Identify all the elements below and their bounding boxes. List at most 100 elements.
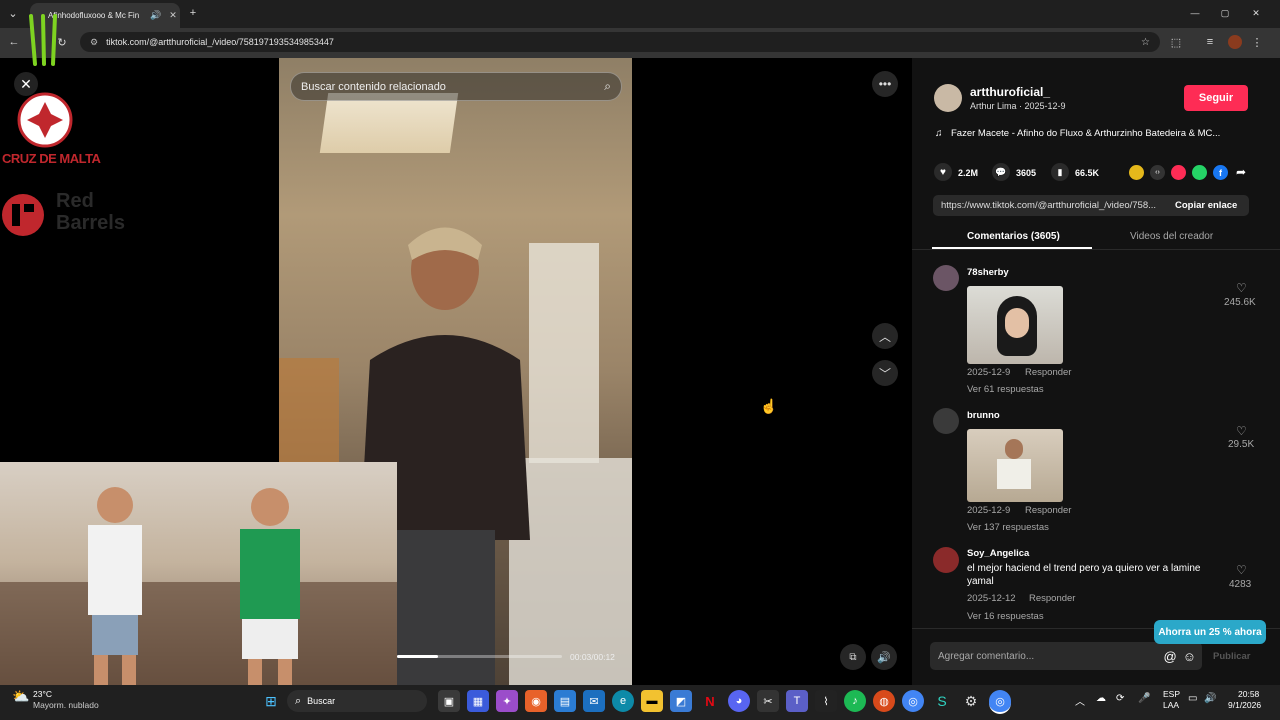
comment-image[interactable] xyxy=(967,429,1063,502)
back-icon[interactable]: ← xyxy=(6,34,22,50)
app-icon-blue[interactable]: ✉ xyxy=(583,690,605,712)
embed-icon[interactable]: ‹› xyxy=(1150,165,1165,180)
window-close-button[interactable]: ✕ xyxy=(1249,6,1263,20)
bookmark-star-icon[interactable]: ☆ xyxy=(1141,37,1150,48)
tab-comments[interactable]: Comentarios (3605) xyxy=(967,231,1060,242)
comment-icon[interactable]: 💬 xyxy=(992,163,1010,181)
reply-button[interactable]: Responder xyxy=(1025,505,1071,516)
tab-creator-videos[interactable]: Videos del creador xyxy=(1130,231,1213,242)
site-info-icon[interactable]: ⚙ xyxy=(90,37,98,48)
netflix-icon[interactable]: N xyxy=(699,690,721,712)
spotify-icon[interactable]: ♪ xyxy=(844,690,866,712)
comment-image[interactable] xyxy=(967,286,1063,364)
settings-icon[interactable]: ⚙ xyxy=(960,690,982,712)
facebook-icon[interactable]: f xyxy=(1213,165,1228,180)
tray-expand-icon[interactable]: ︿ xyxy=(1075,693,1085,708)
windows-start-icon[interactable]: ⊞ xyxy=(260,690,282,712)
view-replies[interactable]: Ver 61 respuestas xyxy=(967,384,1044,395)
avatar[interactable] xyxy=(933,547,959,573)
file-explorer-icon[interactable]: ▬ xyxy=(641,690,663,712)
teams-icon[interactable]: T xyxy=(786,690,808,712)
network-icon[interactable]: ▭ xyxy=(1188,693,1197,704)
reply-button[interactable]: Responder xyxy=(1029,593,1075,604)
capcut-icon[interactable]: ✂ xyxy=(757,690,779,712)
view-replies[interactable]: Ver 137 respuestas xyxy=(967,522,1049,533)
weather-icon[interactable]: ⛅ xyxy=(12,688,29,705)
comment-text: el mejor haciend el trend pero ya quiero… xyxy=(967,563,1201,587)
heart-icon[interactable]: ♡ xyxy=(1236,563,1247,577)
view-replies[interactable]: Ver 16 respuestas xyxy=(967,611,1044,622)
publish-button[interactable]: Publicar xyxy=(1213,651,1251,662)
whatsapp-icon[interactable] xyxy=(1192,165,1207,180)
mention-icon[interactable]: @ xyxy=(1164,649,1177,664)
share-icon[interactable]: ➦ xyxy=(1236,165,1246,179)
bookmark-icon[interactable]: ▮ xyxy=(1051,163,1069,181)
close-tab-icon[interactable]: ✕ xyxy=(169,10,177,21)
app-icon-red[interactable]: ◍ xyxy=(873,690,895,712)
discord-icon[interactable]: ◕ xyxy=(728,690,750,712)
follow-button[interactable]: Seguir xyxy=(1184,85,1248,111)
volume-tray-icon[interactable]: 🔊 xyxy=(1204,693,1216,704)
menu-icon[interactable]: ⋮ xyxy=(1250,34,1264,50)
clock-time[interactable]: 20:58 xyxy=(1238,689,1259,699)
coin-icon[interactable] xyxy=(1129,165,1144,180)
tab-search-icon[interactable]: ⌄ xyxy=(6,6,20,20)
new-tab-button[interactable]: + xyxy=(186,6,200,20)
widgets-icon[interactable]: ▦ xyxy=(467,690,489,712)
app-icon-orange[interactable]: ◉ xyxy=(525,690,547,712)
app-icon-photos[interactable]: ◩ xyxy=(670,690,692,712)
chrome-active-icon[interactable]: ◎ xyxy=(989,690,1011,714)
task-view-icon[interactable]: ▣ xyxy=(438,690,460,712)
pip-button[interactable]: ⧉ xyxy=(840,644,866,670)
search-related-input[interactable]: Buscar contenido relacionado ⌕ xyxy=(290,72,622,101)
emoji-icon[interactable]: ☺ xyxy=(1183,649,1196,664)
maximize-button[interactable]: ▢ xyxy=(1218,6,1232,20)
app-icon-teal[interactable]: S xyxy=(931,690,953,712)
creator-avatar[interactable] xyxy=(934,84,962,112)
like-icon[interactable]: ♥ xyxy=(934,163,952,181)
likes-count: 2.2M xyxy=(958,168,979,178)
comment-username[interactable]: Soy_Angelica xyxy=(967,548,1029,559)
taskbar-search[interactable]: ⌕ Buscar xyxy=(287,690,427,712)
clock-date[interactable]: 9/1/2026 xyxy=(1228,700,1261,710)
copilot-icon[interactable]: ✦ xyxy=(496,690,518,712)
mic-icon[interactable]: 🎤 xyxy=(1138,693,1150,704)
address-bar[interactable]: ⚙ tiktok.com/@artthuroficial_/video/7581… xyxy=(80,32,1160,52)
comment-input[interactable]: Agregar comentario... @ ☺ xyxy=(930,642,1202,670)
comment-username[interactable]: brunno xyxy=(967,410,1000,421)
heart-icon[interactable]: ♡ xyxy=(1236,424,1247,438)
chrome-icon[interactable]: ◎ xyxy=(902,690,924,712)
saves-count: 66.5K xyxy=(1075,168,1100,178)
video-link: https://www.tiktok.com/@artthuroficial_/… xyxy=(941,200,1157,211)
lang-1[interactable]: ESP xyxy=(1163,689,1180,699)
comment-placeholder: Agregar comentario... xyxy=(938,650,1035,662)
music-title[interactable]: Fazer Macete - Afinho do Fluxo & Arthurz… xyxy=(951,128,1220,139)
send-icon[interactable] xyxy=(1171,165,1186,180)
sync-icon[interactable]: ⟳ xyxy=(1116,693,1124,704)
heart-icon[interactable]: ♡ xyxy=(1236,281,1247,295)
minimize-button[interactable]: — xyxy=(1188,6,1202,20)
red-barrels-text-2: Barrels xyxy=(56,212,125,234)
avatar[interactable] xyxy=(933,408,959,434)
more-options-button[interactable]: ••• xyxy=(872,71,898,97)
media-icon[interactable]: ≡ xyxy=(1202,34,1218,50)
twitch-icon[interactable]: ⌇ xyxy=(815,690,837,712)
creator-handle[interactable]: artthuroficial_ xyxy=(970,85,1050,99)
promo-badge[interactable]: Ahorra un 25 % ahora xyxy=(1154,620,1266,644)
previous-video-button[interactable]: ︿ xyxy=(872,323,898,349)
taskbar-search-icon: ⌕ xyxy=(295,694,302,707)
avatar[interactable] xyxy=(933,265,959,291)
lang-2[interactable]: LAA xyxy=(1163,700,1179,710)
copy-link-button[interactable]: Copiar enlace xyxy=(1175,200,1237,211)
onedrive-icon[interactable]: ☁ xyxy=(1096,693,1106,704)
next-video-button[interactable]: ﹀ xyxy=(872,360,898,386)
edge-icon[interactable]: e xyxy=(612,690,634,712)
reply-button[interactable]: Responder xyxy=(1025,367,1071,378)
volume-button[interactable]: 🔊 xyxy=(871,644,897,670)
profile-avatar[interactable] xyxy=(1228,35,1242,49)
search-icon[interactable]: ⌕ xyxy=(604,79,611,94)
extensions-icon[interactable]: ⬚ xyxy=(1168,34,1184,50)
store-icon[interactable]: ▤ xyxy=(554,690,576,712)
taskbar xyxy=(0,685,1280,720)
comment-username[interactable]: 78sherby xyxy=(967,267,1009,278)
